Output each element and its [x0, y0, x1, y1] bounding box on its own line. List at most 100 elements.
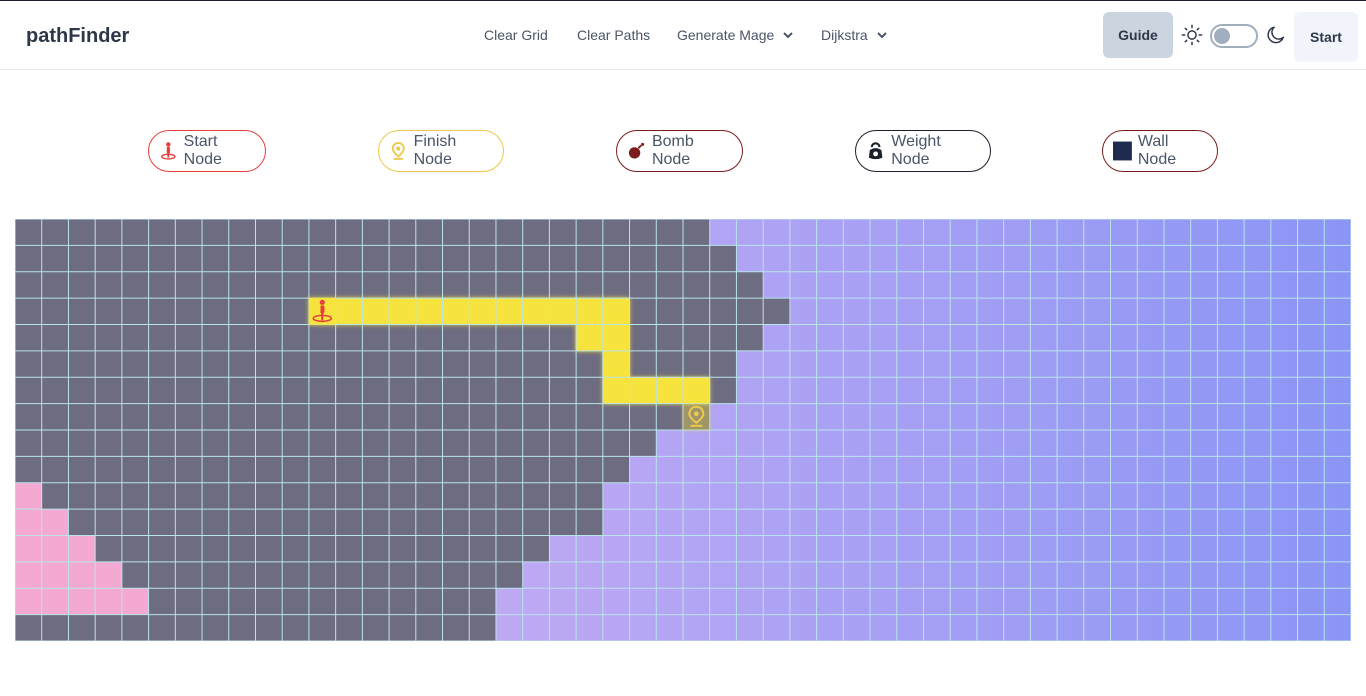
algorithm-dropdown[interactable]: Dijkstra	[821, 27, 888, 43]
grid-cell-unvisited[interactable]	[1057, 614, 1084, 641]
finish-node-icon[interactable]	[683, 403, 710, 430]
grid-cell-unvisited[interactable]	[736, 482, 764, 510]
grid-cell-unvisited[interactable]	[629, 482, 657, 510]
grid-cell-visited[interactable]	[255, 377, 283, 404]
grid-cell-visited[interactable]	[469, 350, 496, 378]
grid-cell-unvisited[interactable]	[1057, 482, 1084, 510]
grid-cell-unvisited[interactable]	[1163, 614, 1191, 641]
grid-cell-visited[interactable]	[121, 350, 149, 378]
grid-cell-unvisited[interactable]	[1270, 561, 1298, 589]
grid-cell-visited[interactable]	[282, 588, 309, 615]
generate-maze-dropdown[interactable]: Generate Mage	[677, 27, 794, 43]
grid-cell-visited[interactable]	[442, 614, 470, 641]
grid-cell-visited[interactable]	[549, 509, 577, 536]
grid-cell-visited[interactable]	[148, 219, 176, 246]
grid-cell-unvisited[interactable]	[976, 561, 1004, 589]
grid-cell-unvisited[interactable]	[1057, 219, 1084, 246]
grid-cell-visited[interactable]	[495, 535, 523, 562]
grid-cell-unvisited[interactable]	[1217, 245, 1245, 272]
grid-cell-unvisited[interactable]	[1057, 561, 1084, 589]
grid-cell-unvisited[interactable]	[1083, 245, 1111, 272]
grid-cell-visited[interactable]	[68, 403, 96, 430]
grid-cell-unvisited[interactable]	[1137, 324, 1164, 351]
grid-cell-unvisited[interactable]	[1057, 324, 1084, 351]
grid-cell-visited[interactable]	[495, 219, 523, 246]
grid-cell-unvisited[interactable]	[950, 430, 977, 457]
grid-cell-visited[interactable]	[602, 430, 630, 457]
grid-cell-unvisited[interactable]	[1217, 535, 1245, 562]
grid-cell-visited[interactable]	[495, 324, 523, 351]
grid-cell-visited[interactable]	[495, 482, 523, 510]
grid-cell-visited[interactable]	[656, 245, 683, 272]
grid-cell-visited[interactable]	[495, 350, 523, 378]
grid-cell-visited[interactable]	[282, 377, 309, 404]
grid-cell-visited[interactable]	[15, 456, 42, 483]
grid-cell-unvisited[interactable]	[709, 614, 737, 641]
grid-cell-visited[interactable]	[469, 509, 496, 536]
grid-cell-unvisited[interactable]	[1110, 561, 1138, 589]
grid-cell-visited[interactable]	[308, 324, 336, 351]
grid-cell-unvisited[interactable]	[1190, 219, 1218, 246]
grid-cell-visited[interactable]	[308, 614, 336, 641]
grid-cell-unvisited[interactable]	[736, 588, 764, 615]
grid-cell-unvisited[interactable]	[549, 561, 577, 589]
grid-cell-unvisited[interactable]	[1190, 298, 1218, 325]
grid-cell-unvisited[interactable]	[95, 588, 122, 615]
grid-cell-unvisited[interactable]	[1244, 271, 1271, 299]
grid-cell-unvisited[interactable]	[950, 298, 977, 325]
grid-cell-unvisited[interactable]	[1324, 245, 1351, 272]
grid-cell-visited[interactable]	[549, 482, 577, 510]
grid-cell-unvisited[interactable]	[816, 350, 844, 378]
grid-cell-visited[interactable]	[549, 324, 577, 351]
grid-cell-visited[interactable]	[228, 219, 256, 246]
grid-cell-unvisited[interactable]	[68, 588, 96, 615]
grid-cell-visited[interactable]	[202, 377, 229, 404]
grid-cell-visited[interactable]	[95, 403, 122, 430]
grid-cell-unvisited[interactable]	[1137, 614, 1164, 641]
grid-cell-unvisited[interactable]	[656, 535, 683, 562]
grid-cell-unvisited[interactable]	[656, 588, 683, 615]
grid-cell-unvisited[interactable]	[1190, 271, 1218, 299]
grid-cell-visited[interactable]	[175, 324, 203, 351]
grid-cell-visited[interactable]	[549, 377, 577, 404]
grid-cell-visited[interactable]	[148, 271, 176, 299]
grid-cell-visited[interactable]	[389, 271, 416, 299]
grid-cell-visited[interactable]	[228, 298, 256, 325]
grid-cell-unvisited[interactable]	[549, 535, 577, 562]
grid-cell-unvisited[interactable]	[1057, 430, 1084, 457]
grid-cell-visited[interactable]	[308, 588, 336, 615]
grid-cell-unvisited[interactable]	[1003, 456, 1031, 483]
grid-cell-visited[interactable]	[495, 561, 523, 589]
grid-cell-visited[interactable]	[228, 324, 256, 351]
grid-cell-visited[interactable]	[228, 456, 256, 483]
grid-cell-visited[interactable]	[709, 377, 737, 404]
grid-cell-visited[interactable]	[202, 535, 229, 562]
grid-cell-unvisited[interactable]	[41, 588, 69, 615]
grid-cell-unvisited[interactable]	[1324, 324, 1351, 351]
grid-cell-unvisited[interactable]	[1110, 298, 1138, 325]
grid-cell-unvisited[interactable]	[602, 614, 630, 641]
grid-cell-unvisited[interactable]	[1244, 456, 1271, 483]
grid-cell-visited[interactable]	[415, 535, 443, 562]
grid-cell-unvisited[interactable]	[1030, 271, 1058, 299]
grid-cell-unvisited[interactable]	[896, 456, 924, 483]
grid-cell-visited[interactable]	[95, 456, 122, 483]
grid-cell-unvisited[interactable]	[1110, 456, 1138, 483]
grid-cell-visited[interactable]	[549, 430, 577, 457]
grid-cell-unvisited[interactable]	[923, 535, 951, 562]
grid-cell-unvisited[interactable]	[1297, 377, 1325, 404]
grid-cell-unvisited[interactable]	[1030, 456, 1058, 483]
grid-cell-unvisited[interactable]	[709, 588, 737, 615]
grid-cell-visited[interactable]	[389, 482, 416, 510]
grid-cell-unvisited[interactable]	[41, 561, 69, 589]
grid-cell-unvisited[interactable]	[763, 430, 790, 457]
grid-cell-unvisited[interactable]	[843, 324, 871, 351]
grid-cell-unvisited[interactable]	[1003, 430, 1031, 457]
start-node-icon[interactable]	[308, 298, 336, 325]
grid-cell-unvisited[interactable]	[656, 561, 683, 589]
grid-cell-visited[interactable]	[148, 324, 176, 351]
grid-cell-visited[interactable]	[709, 245, 737, 272]
grid-cell-unvisited[interactable]	[1003, 298, 1031, 325]
grid-cell-unvisited[interactable]	[870, 403, 897, 430]
grid-cell-visited[interactable]	[549, 456, 577, 483]
